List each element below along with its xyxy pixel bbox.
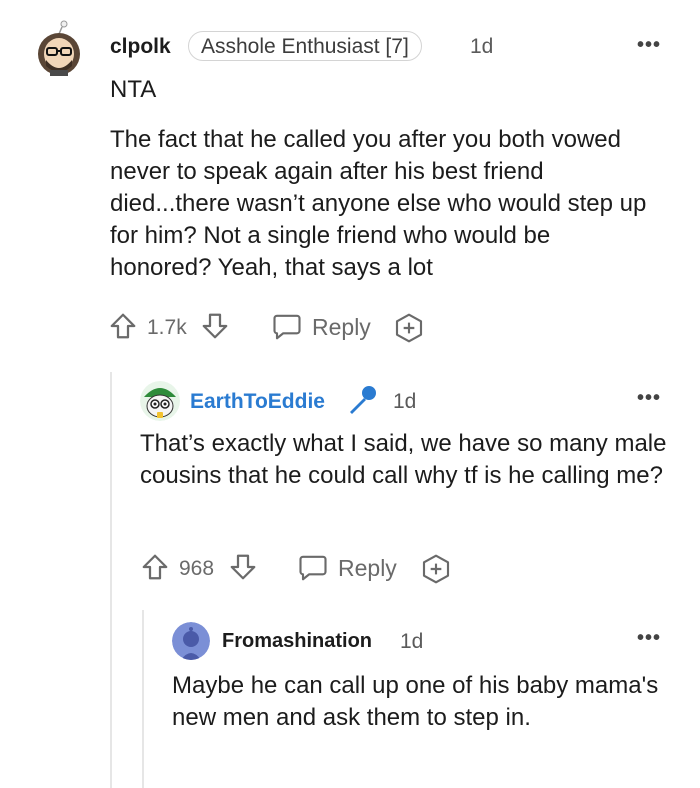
upvote-button[interactable] (108, 311, 138, 341)
comment-age: 1d (393, 390, 417, 413)
comment-body: The fact that he called you after you bo… (110, 126, 647, 281)
vote-score: 1.7k (147, 316, 187, 339)
comment-verdict: NTA (110, 76, 157, 103)
avatar[interactable] (36, 20, 82, 76)
reply-label: Reply (338, 554, 397, 581)
upvote-arrow-icon (108, 311, 138, 341)
thread-line-level-2 (142, 610, 144, 788)
comment-body: Maybe he can call up one of his baby mam… (172, 672, 659, 731)
comment-body: That’s exactly what I said, we have so m… (140, 430, 667, 489)
upvote-button[interactable] (140, 552, 170, 582)
award-plus-icon (393, 312, 425, 344)
downvote-button[interactable] (200, 311, 230, 341)
username[interactable]: Fromashination (222, 630, 372, 653)
comment-age: 1d (400, 630, 424, 653)
thread-line-level-1 (110, 372, 112, 788)
username[interactable]: clpolk (110, 35, 171, 59)
reply-button[interactable]: Reply (272, 313, 371, 341)
chat-bubble-icon (298, 554, 328, 582)
more-options-button[interactable]: ••• (637, 387, 661, 410)
award-button[interactable] (393, 312, 425, 344)
more-options-button[interactable]: ••• (637, 627, 661, 650)
chat-bubble-icon (272, 313, 302, 341)
downvote-arrow-icon (228, 552, 258, 582)
more-options-button[interactable]: ••• (637, 34, 661, 57)
upvote-arrow-icon (140, 552, 170, 582)
op-username[interactable]: EarthToEddie (190, 390, 325, 414)
downvote-arrow-icon (200, 311, 230, 341)
vote-score: 968 (179, 557, 215, 580)
user-flair: Asshole Enthusiast [7] (188, 31, 422, 61)
award-plus-icon (420, 553, 452, 585)
comment-age: 1d (470, 35, 494, 58)
downvote-button[interactable] (228, 552, 258, 582)
reply-label: Reply (312, 313, 371, 340)
award-button[interactable] (420, 553, 452, 585)
microphone-icon (344, 384, 380, 418)
avatar[interactable] (140, 381, 180, 421)
reply-button[interactable]: Reply (298, 554, 397, 582)
avatar[interactable] (172, 622, 210, 660)
